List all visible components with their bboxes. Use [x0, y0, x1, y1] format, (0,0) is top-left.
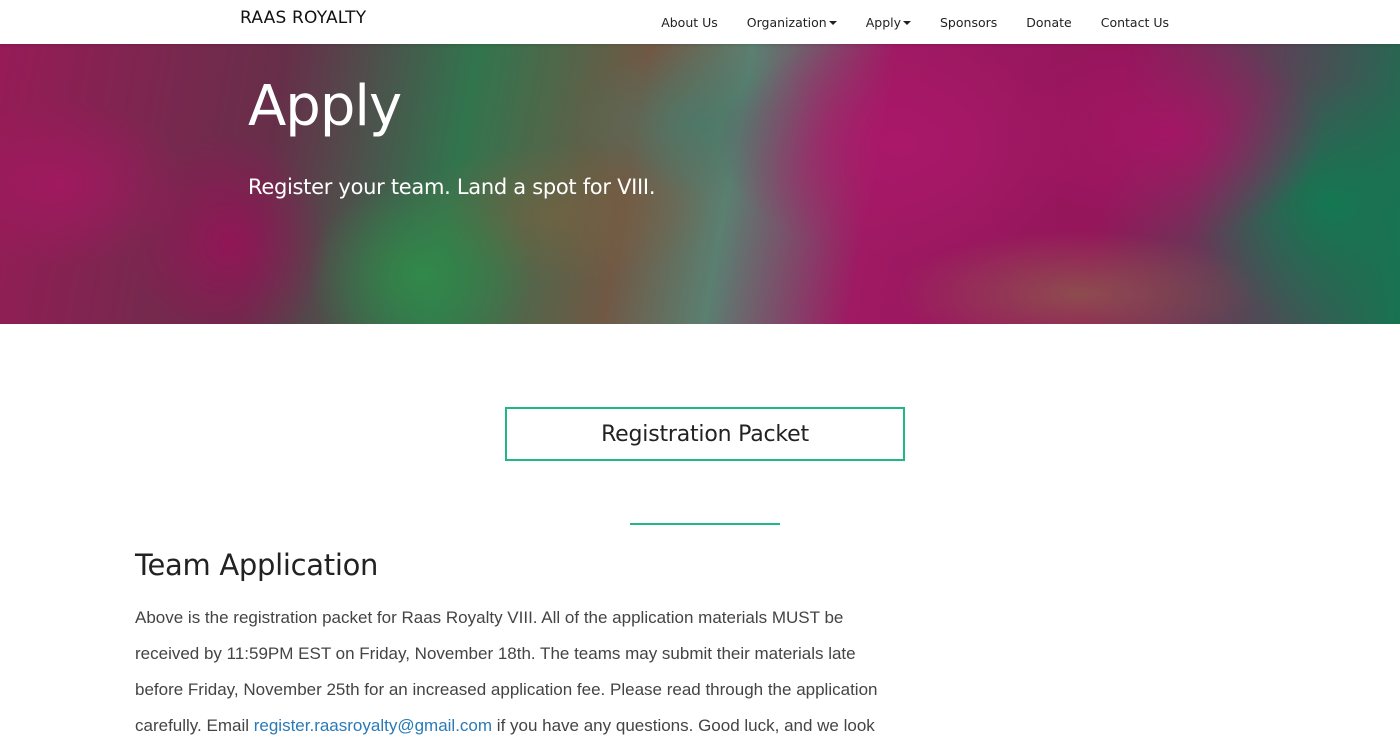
- section-title: Team Application: [135, 548, 379, 582]
- nav-apply-label: Apply: [865, 14, 901, 30]
- brand-logo-link[interactable]: RAAS ROYALTY: [240, 8, 366, 28]
- caret-down-icon: [903, 20, 911, 25]
- section-divider: [630, 523, 780, 525]
- nav-links: About Us Organization Apply Sponsors Don…: [632, 0, 1169, 44]
- nav-about-us[interactable]: About Us: [661, 15, 718, 30]
- registration-packet-button[interactable]: Registration Packet: [505, 407, 905, 461]
- caret-down-icon: [828, 20, 837, 25]
- navbar: RAAS ROYALTY About Us Organization Apply…: [0, 0, 1400, 44]
- nav-organization-label: Organization: [746, 14, 827, 30]
- nav-sponsors-label: Sponsors: [940, 14, 998, 30]
- nav-sponsors[interactable]: Sponsors: [940, 15, 997, 30]
- nav-contact-us-label: Contact Us: [1100, 14, 1169, 30]
- hero-title: Apply: [248, 74, 402, 139]
- nav-donate[interactable]: Donate: [1026, 15, 1071, 30]
- email-link[interactable]: register.raasroyalty@gmail.com: [254, 716, 492, 735]
- nav-donate-label: Donate: [1026, 14, 1072, 30]
- nav-contact-us[interactable]: Contact Us: [1101, 15, 1169, 30]
- paragraph-text-end: if you have any questions. Good luck, an…: [492, 716, 875, 735]
- hero-subtitle: Register your team. Land a spot for VIII…: [248, 175, 656, 199]
- nav-organization-dropdown[interactable]: Organization: [747, 15, 837, 30]
- nav-about-us-label: About Us: [661, 14, 718, 30]
- application-paragraph: Above is the registration packet for Raa…: [135, 600, 895, 744]
- nav-apply-dropdown[interactable]: Apply: [866, 15, 911, 30]
- hero-banner: Apply Register your team. Land a spot fo…: [0, 44, 1400, 324]
